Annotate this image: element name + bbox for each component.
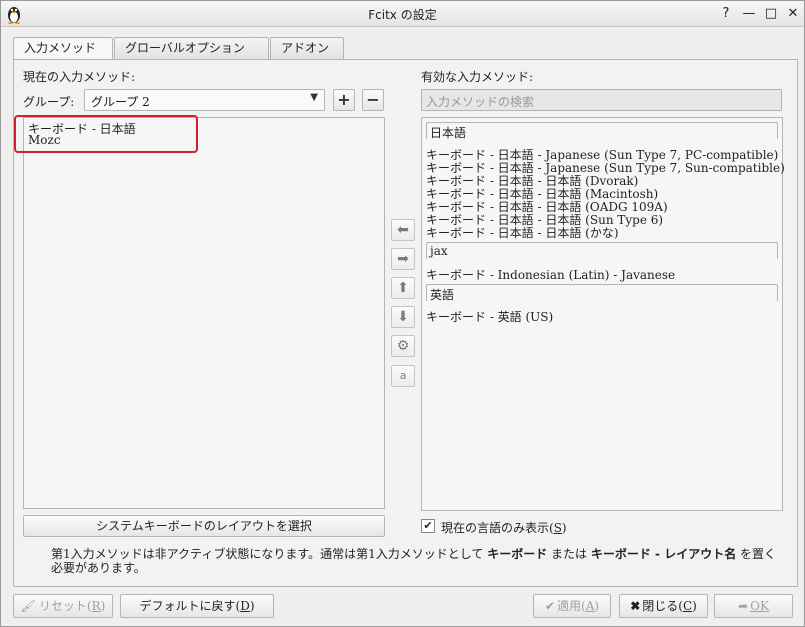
gear-icon[interactable]: ⚙ <box>391 335 415 357</box>
close-button[interactable]: ✖ 閉じる(C) <box>619 594 708 618</box>
search-input[interactable]: 入力メソッドの検索 <box>421 89 782 111</box>
select-keyboard-layout-button[interactable]: システムキーボードのレイアウトを選択 <box>23 515 385 537</box>
group-label: グループ: <box>23 95 75 109</box>
group-header-jax: jax <box>426 242 778 259</box>
remove-group-button[interactable]: − <box>362 89 384 111</box>
list-item[interactable]: キーボード - 日本語 - 日本語 (かな) <box>426 224 619 241</box>
only-current-language-checkbox[interactable]: ✔ <box>421 519 435 533</box>
group-name: 日本語 <box>430 126 467 140</box>
info-message: 第1入力メソッドは非アクティブ状態になります。通常は第1入力メソッドとして キー… <box>51 547 777 575</box>
arrow-up-icon[interactable]: ⬆ <box>391 277 415 299</box>
reset-button[interactable]: 🖌 リセット(R) <box>13 594 113 618</box>
ok-arrow-icon: ➦ <box>738 599 749 613</box>
group-select-value: グループ 2 <box>91 95 150 109</box>
fcitx-settings-window: Fcitx の設定 ? — □ ✕ 入力メソッド グローバルオプション アドオン… <box>0 0 805 627</box>
minimize-button[interactable]: — <box>740 5 758 23</box>
list-item[interactable]: キーボード - Indonesian (Latin) - Javanese <box>426 266 675 283</box>
group-header-japanese: 日本語 <box>426 122 778 140</box>
add-group-button[interactable]: + <box>333 89 355 111</box>
close-icon: ✖ <box>630 599 641 613</box>
only-current-language-label[interactable]: 現在の言語のみ表示(S) <box>441 519 567 536</box>
available-im-heading: 有効な入力メソッド: <box>421 70 534 84</box>
tab-addons[interactable]: アドオン <box>270 37 344 59</box>
selection-highlight <box>14 115 198 153</box>
titlebar: Fcitx の設定 ? — □ ✕ <box>1 1 804 27</box>
maximize-button[interactable]: □ <box>762 5 780 23</box>
current-im-list[interactable]: キーボード - 日本語 Mozc <box>23 117 385 509</box>
current-im-heading: 現在の入力メソッド: <box>23 70 136 84</box>
brush-icon: 🖌 <box>20 599 36 613</box>
apply-button[interactable]: ✔ 適用(A) <box>533 594 611 618</box>
check-icon: ✔ <box>544 599 555 613</box>
list-item[interactable]: キーボード - 英語 (US) <box>426 308 553 325</box>
tab-global-options[interactable]: グローバルオプション <box>114 37 269 59</box>
group-name: 英語 <box>430 288 455 302</box>
chevron-down-icon: ▼ <box>310 92 318 103</box>
ok-button[interactable]: ➦ OK <box>714 594 793 618</box>
close-window-button[interactable]: ✕ <box>784 5 802 23</box>
arrow-right-icon[interactable]: ➡ <box>391 248 415 270</box>
group-select[interactable]: グループ 2 ▼ <box>84 89 325 111</box>
arrow-down-icon[interactable]: ⬇ <box>391 306 415 328</box>
help-button[interactable]: ? <box>717 5 735 23</box>
group-name: jax <box>430 244 448 258</box>
search-placeholder: 入力メソッドの検索 <box>426 95 535 109</box>
defaults-button[interactable]: デフォルトに戻す(D) <box>120 594 274 618</box>
group-header-english: 英語 <box>426 284 778 302</box>
tab-input-methods[interactable]: 入力メソッド <box>13 37 113 60</box>
keyboard-layout-icon[interactable]: a <box>391 365 415 387</box>
window-title: Fcitx の設定 <box>368 8 437 22</box>
arrow-left-icon[interactable]: ⬅ <box>391 219 415 241</box>
